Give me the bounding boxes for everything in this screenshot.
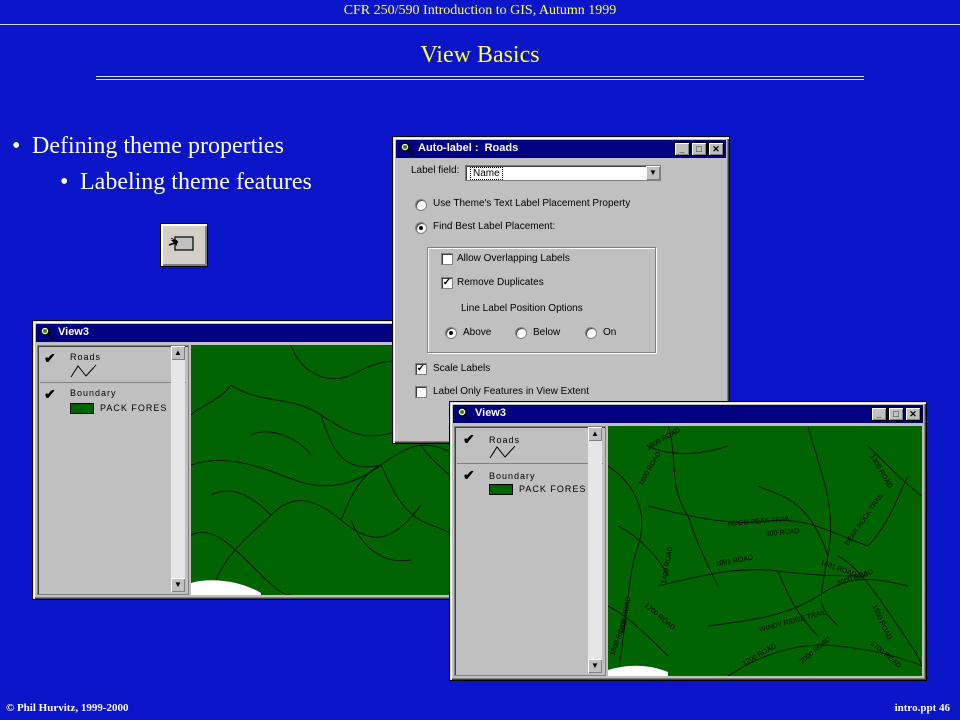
maximize-button[interactable]: □ [888,407,904,421]
toc-entry-boundary[interactable]: ✔ Boundary PACK FORES [457,465,603,501]
footer-copyright: © Phil Hurvitz, 1999-2000 [6,702,129,714]
remove-duplicates-label: Remove Duplicates [457,277,544,288]
chevron-down-icon[interactable]: ▼ [646,166,660,180]
view-window-front[interactable]: View3 _ □ ✕ ✔ Roads ✔ Boundary PACK FORES … [449,401,927,681]
map-label: 1200 ROAD [643,602,676,632]
toc-scrollbar[interactable]: ▲ ▼ [171,346,185,592]
scroll-track[interactable] [588,441,602,659]
line-label-options-label: Line Label Position Options [461,303,583,314]
toc-scrollbar[interactable]: ▲ ▼ [588,427,602,673]
slide-title: View Basics [420,42,540,68]
radio-on[interactable] [585,327,597,339]
top-divider [0,24,960,25]
table-of-contents[interactable]: ✔ Roads ✔ Boundary PACK FORES [37,345,189,595]
scale-labels-label: Scale Labels [433,363,491,374]
theme-name-boundary: Boundary [489,471,536,481]
label-tool-button[interactable] [160,223,208,267]
pos-above-label: Above [463,327,492,338]
close-button[interactable]: ✕ [905,407,921,421]
view-icon [40,326,54,340]
auto-label-title: Auto-label : Roads [418,142,519,154]
bullet-2-text: Labeling theme features [80,169,312,195]
bullet-1: • Defining theme properties [12,133,284,159]
theme-name-roads: Roads [70,352,102,362]
map-label: 1400 ROAD [661,546,674,584]
checkbox-remove-duplicates[interactable]: ✓ [441,277,453,289]
label-only-extent-label: Label Only Features in View Extent [433,386,590,397]
map-label: 1081 ROAD [715,555,753,568]
pos-on-label: On [603,327,617,338]
checkbox-scale-labels[interactable]: ✓ [415,363,427,375]
checkbox-allow-overlapping[interactable] [441,253,453,265]
label-field-label: Label field: [411,165,460,176]
bullet-2: • Labeling theme features [60,169,312,195]
label-tool-icon [168,236,194,251]
view-front-titlebar[interactable]: View3 _ □ ✕ [453,405,923,423]
radio-below[interactable] [515,327,527,339]
map-label: 1800 ROAD [609,619,628,657]
checkbox-label-only-extent[interactable] [415,386,427,398]
map-label: BEAR ROCK TRAIL [844,492,886,548]
theme-checkbox-roads[interactable]: ✔ [44,351,56,365]
legend-label: PACK FORES [100,403,168,413]
pos-below-label: Below [533,327,561,338]
legend-swatch [70,403,94,414]
radio-above[interactable] [445,327,457,339]
toc-entry-boundary[interactable]: ✔ Boundary PACK FORES [40,384,186,420]
radio-best-placement[interactable] [415,222,427,234]
map-label: 1600 ROAD [638,451,663,487]
label-field-select[interactable]: Name ▼ [465,165,661,181]
legend-label: PACK FORES [519,484,587,494]
theme-checkbox-roads[interactable]: ✔ [463,432,475,446]
toc-entry-roads[interactable]: ✔ Roads [457,429,603,464]
auto-label-dialog[interactable]: Auto-label : Roads _ □ ✕ Label field: Name… [392,136,730,444]
toc-entry-roads[interactable]: ✔ Roads [40,348,186,383]
scroll-down-button[interactable]: ▼ [588,659,602,673]
theme-name-boundary: Boundary [70,388,117,398]
minimize-button[interactable]: _ [871,407,887,421]
theme-checkbox-boundary[interactable]: ✔ [463,468,475,482]
maximize-button[interactable]: □ [691,142,707,156]
scroll-track[interactable] [171,360,185,578]
map-label: 2000 ROAD [799,636,832,666]
map-display[interactable]: 1600 ROAD 1400 ROAD 1600 ROAD 1200 ROAD … [608,426,922,676]
course-title: CFR 250/590 Introduction to GIS, Autumn … [343,3,617,18]
label-field-value: Name [470,167,503,180]
view-icon [457,407,471,421]
map-label: 1900 ROAD [646,427,682,452]
line-symbol-icon [489,445,516,459]
allow-overlapping-label: Allow Overlapping Labels [457,253,570,264]
auto-label-titlebar[interactable]: Auto-label : Roads _ □ ✕ [396,140,726,158]
line-symbol-icon [70,364,97,378]
close-button[interactable]: ✕ [708,142,724,156]
map-label: 300 ROAD [766,528,800,538]
theme-checkbox-boundary[interactable]: ✔ [44,387,56,401]
option-best-placement: Find Best Label Placement: [433,221,556,232]
view-icon [400,142,414,156]
option-theme-placement: Use Theme's Text Label Placement Propert… [433,198,631,209]
map-label: 1500 ROAD [870,604,892,641]
map-label: 1700 ROAD [869,640,902,670]
map-label: WINDY RIDGE TRAIL [759,609,828,634]
map-label: 1200 ROAD [742,643,778,668]
map-label: HUGO PEAK TRAIL [728,515,792,527]
radio-theme-placement[interactable] [415,199,427,211]
labeled-roads-map: 1600 ROAD 1400 ROAD 1600 ROAD 1200 ROAD … [608,426,922,676]
scroll-up-button[interactable]: ▲ [588,427,602,441]
view-front-title: View3 [475,407,506,419]
scroll-up-button[interactable]: ▲ [171,346,185,360]
minimize-button[interactable]: _ [674,142,690,156]
view-back-title: View3 [58,326,89,338]
legend-swatch [489,484,513,495]
footer-slide-number: intro.ppt 46 [894,702,950,714]
scroll-down-button[interactable]: ▼ [171,578,185,592]
title-divider [96,76,864,80]
table-of-contents[interactable]: ✔ Roads ✔ Boundary PACK FORES [454,426,606,676]
theme-name-roads: Roads [489,435,521,445]
bullet-1-text: Defining theme properties [32,133,284,159]
